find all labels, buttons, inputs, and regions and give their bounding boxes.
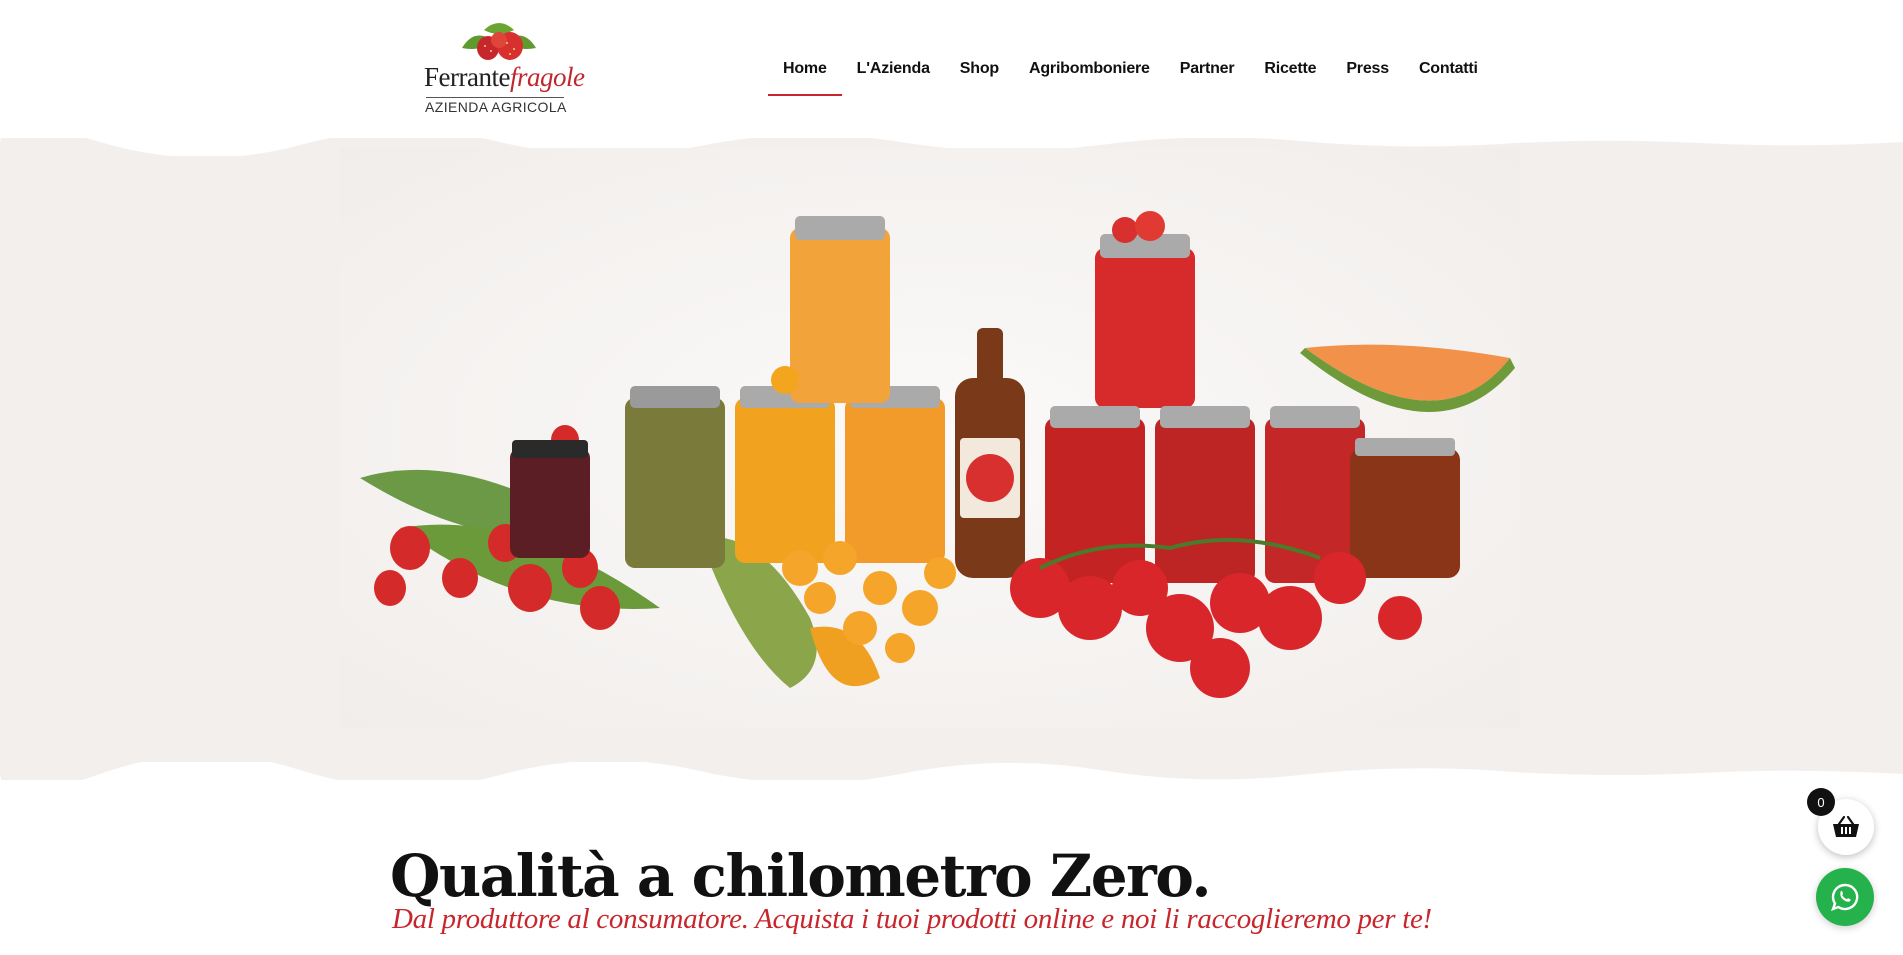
nav-item-press[interactable]: Press (1331, 52, 1404, 96)
product-jars-image (360, 211, 1515, 698)
hero-product-photo (340, 148, 1520, 728)
nav-item-agribomboniere[interactable]: Agribomboniere (1014, 52, 1165, 96)
basket-icon (1833, 815, 1859, 837)
strawberry-logo-icon (462, 23, 536, 60)
nav-item-home[interactable]: Home (768, 52, 842, 96)
nav-item-shop[interactable]: Shop (945, 52, 1014, 96)
site-header: Ferrantefragole AZIENDA AGRICOLA Home L'… (0, 0, 1903, 140)
hero-banner (0, 138, 1903, 780)
site-logo[interactable]: Ferrantefragole AZIENDA AGRICOLA (424, 18, 585, 115)
torn-edge-bottom (0, 762, 1903, 780)
nav-item-ricette[interactable]: Ricette (1249, 52, 1331, 96)
cart-count-badge: 0 (1807, 788, 1835, 816)
nav-item-partner[interactable]: Partner (1165, 52, 1250, 96)
whatsapp-icon (1830, 883, 1859, 912)
nav-item-contatti[interactable]: Contatti (1404, 52, 1493, 96)
nav-item-azienda[interactable]: L'Azienda (842, 52, 945, 96)
logo-wordmark: Ferrantefragole (424, 62, 585, 93)
page-headline: Qualità a chilometro Zero. (390, 842, 1212, 910)
logo-word-part2: fragole (509, 62, 585, 92)
logo-divider (426, 97, 564, 98)
logo-word-part1: Ferrante (424, 62, 510, 92)
whatsapp-button[interactable] (1816, 868, 1874, 926)
logo-subtitle: AZIENDA AGRICOLA (425, 99, 567, 115)
main-navigation: Home L'Azienda Shop Agribomboniere Partn… (768, 52, 1493, 96)
page-tagline: Dal produttore al consumatore. Acquista … (392, 903, 1432, 935)
